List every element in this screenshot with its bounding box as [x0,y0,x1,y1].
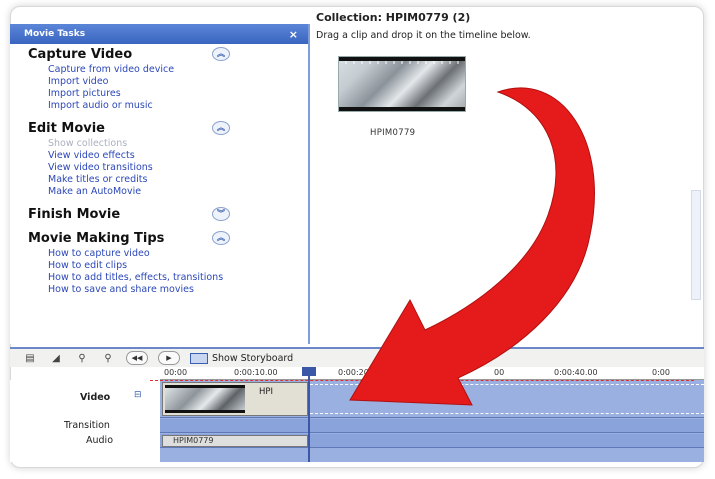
ruler-label: 0:00:40.00 [554,368,598,377]
chevron-up-icon[interactable]: ︽ [212,47,230,61]
storyboard-icon [190,352,208,364]
audio-track[interactable]: HPIM0779 [160,434,704,448]
track-label-video: Video [80,392,111,403]
section-header[interactable]: Finish Movie ︾ [28,204,308,224]
timeline-clip-name: HPI [259,387,274,397]
task-link[interactable]: How to edit clips [48,260,308,272]
section-header[interactable]: Capture Video ︽ [28,44,308,64]
task-section: Movie Making Tips ︽ How to capture video Ho… [10,228,308,296]
section-title: Movie Making Tips [28,230,165,246]
task-section: Finish Movie ︾ [10,204,308,228]
task-link[interactable]: Make an AutoMovie [48,186,308,198]
task-links: Capture from video device Import video Imp… [28,64,308,112]
clip-thumbnail[interactable] [338,56,466,112]
section-title: Capture Video [28,46,133,62]
transition-track[interactable] [160,419,704,433]
task-link[interactable]: How to capture video [48,248,308,260]
section-header[interactable]: Edit Movie ︽ [28,118,308,138]
timeline-clip-thumbnail [165,385,245,413]
task-link[interactable]: Import audio or music [48,100,308,112]
show-storyboard-label: Show Storyboard [212,352,294,364]
ruler-label: 0:00:20 [338,368,369,377]
movie-tasks-pane: Movie Tasks × Capture Video ︽ Capture from… [10,24,310,344]
task-links: Show collections View video effects View v… [28,138,308,198]
insertion-marker [150,380,694,381]
collection-hint: Drag a clip and drop it on the timeline … [316,30,531,41]
chevron-up-icon[interactable]: ︽ [212,231,230,245]
set-audio-levels-icon[interactable]: ◢ [48,351,64,365]
collapse-track-icon[interactable]: ⊟ [134,390,142,400]
track-divider [310,413,704,414]
show-storyboard-button[interactable]: Show Storyboard [190,352,294,364]
timeline-ruler[interactable]: 00:00 0:00:10.00 0:00:20 00 0:00:40.00 0… [160,367,704,380]
close-icon[interactable]: × [289,28,298,41]
task-link[interactable]: Import pictures [48,88,308,100]
task-link[interactable]: Import video [48,76,308,88]
movie-tasks-title: Movie Tasks [24,29,86,39]
timeline-toolbar: ▤ ◢ ⚲ ⚲ ◀◀ ▶ Show Storyboard [10,347,704,367]
timeline-icon[interactable]: ▤ [22,351,38,365]
task-link[interactable]: View video effects [48,150,308,162]
play-button[interactable]: ▶ [158,351,180,365]
zoom-out-icon[interactable]: ⚲ [100,351,116,365]
track-labels: Video ⊟ Transition Audio [10,380,160,462]
ruler-label: 0:00:10.00 [234,368,278,377]
track-divider [310,384,704,385]
task-link: Show collections [48,138,128,149]
timeline-tracks[interactable]: HPI HPIM0779 [160,367,704,462]
task-sections: Capture Video ︽ Capture from video device I… [10,44,308,296]
task-link[interactable]: How to save and share movies [48,284,308,296]
task-link[interactable]: Capture from video device [48,64,308,76]
collection-title: Collection: HPIM0779 (2) [316,11,471,24]
task-links: How to capture video How to edit clips How… [28,248,308,296]
task-link[interactable]: How to add titles, effects, transitions [48,272,308,284]
task-link[interactable]: View video transitions [48,162,308,174]
chevron-down-icon[interactable]: ︾ [212,207,230,221]
section-title: Edit Movie [28,120,105,136]
clip-name: HPIM0779 [370,128,416,138]
section-title: Finish Movie [28,206,121,222]
track-label-audio: Audio [86,435,114,446]
timeline-video-clip[interactable]: HPI [162,382,308,416]
task-section: Edit Movie ︽ Show collections View video ef… [10,118,308,198]
video-track[interactable]: HPI [160,380,704,418]
ruler-label: 0:00 [652,368,670,377]
scrollbar[interactable] [691,190,701,300]
section-header[interactable]: Movie Making Tips ︽ [28,228,308,248]
track-label-transition: Transition [64,420,110,431]
rewind-button[interactable]: ◀◀ [126,351,148,365]
ruler-label: 00:00 [164,368,188,377]
task-link[interactable]: Make titles or credits [48,174,308,186]
zoom-in-icon[interactable]: ⚲ [74,351,90,365]
ruler-label: 00 [494,368,505,377]
timeline-audio-clip[interactable]: HPIM0779 [162,435,308,447]
movie-tasks-header: Movie Tasks × [10,24,308,44]
playhead-line[interactable] [308,367,310,462]
chevron-up-icon[interactable]: ︽ [212,121,230,135]
task-section: Capture Video ︽ Capture from video device I… [10,44,308,112]
